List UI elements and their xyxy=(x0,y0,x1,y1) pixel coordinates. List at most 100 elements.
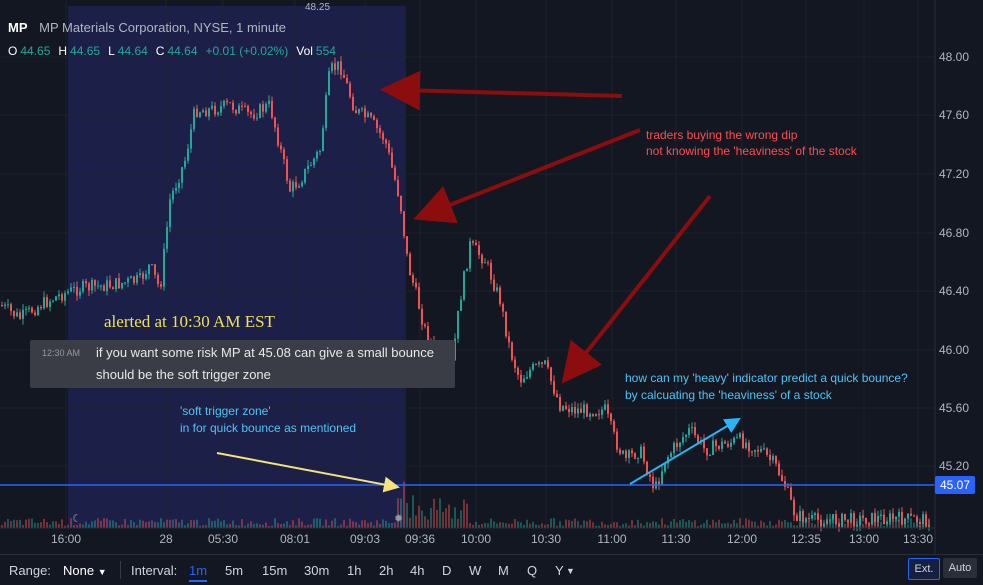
candle-body xyxy=(286,159,288,181)
candle-body xyxy=(658,481,660,485)
volume-bar xyxy=(13,519,15,528)
volume-bar xyxy=(727,522,729,528)
extended-hours-button[interactable]: Ext. xyxy=(908,558,940,580)
volume-bar xyxy=(379,523,381,528)
candle-body xyxy=(274,117,276,128)
candle-body xyxy=(571,406,573,413)
volume-bar xyxy=(517,521,519,528)
volume-bar xyxy=(847,518,849,528)
candle-body xyxy=(832,514,834,520)
interval-15m[interactable]: 15m xyxy=(262,563,287,578)
candle-body xyxy=(709,454,711,456)
candle-body xyxy=(370,112,372,117)
chart-canvas[interactable] xyxy=(0,0,983,554)
candle-body xyxy=(730,442,732,447)
candle-body xyxy=(181,167,183,183)
interval-1h[interactable]: 1h xyxy=(347,563,361,578)
volume-bar xyxy=(622,524,624,528)
candle-body xyxy=(145,274,147,279)
volume-bar xyxy=(865,522,867,528)
interval-30m[interactable]: 30m xyxy=(304,563,329,578)
volume-bar xyxy=(838,518,840,528)
chevron-down-icon[interactable]: ▼ xyxy=(566,566,575,576)
volume-bar xyxy=(88,524,90,528)
volume-bar xyxy=(466,503,468,528)
volume-bar xyxy=(814,524,816,528)
candle-body xyxy=(10,304,12,311)
volume-bar xyxy=(220,521,222,528)
candle-body xyxy=(172,190,174,200)
interval-d[interactable]: D xyxy=(442,563,451,578)
candle-body xyxy=(334,63,336,70)
candle-body xyxy=(799,511,801,521)
interval-w[interactable]: W xyxy=(469,563,481,578)
interval-m[interactable]: M xyxy=(498,563,509,578)
candle-body xyxy=(463,271,465,300)
candle-body xyxy=(724,441,726,444)
range-select[interactable]: None ▼ xyxy=(63,563,107,578)
volume-bar xyxy=(760,520,762,528)
volume-bar xyxy=(283,523,285,528)
candle-body xyxy=(577,408,579,414)
volume-bar xyxy=(553,518,555,528)
interval-4h[interactable]: 4h xyxy=(410,563,424,578)
volume-bar xyxy=(34,522,36,528)
candle-body xyxy=(382,132,384,140)
candle-body xyxy=(46,297,48,307)
candle-body xyxy=(253,114,255,119)
candle-body xyxy=(79,291,81,296)
volume-bar xyxy=(496,523,498,528)
candle-body xyxy=(598,414,600,416)
candle-body xyxy=(373,116,375,120)
candle-body xyxy=(121,282,123,289)
volume-bar xyxy=(832,518,834,528)
auto-scale-button[interactable]: Auto xyxy=(943,558,977,578)
volume-bar xyxy=(751,521,753,528)
volume-bar xyxy=(481,523,483,528)
time-tick-label: 12:35 xyxy=(790,532,822,546)
volume-bar xyxy=(511,523,513,528)
time-tick-label: 13:00 xyxy=(848,532,880,546)
candle-body xyxy=(223,100,225,107)
volume-bar xyxy=(724,523,726,528)
volume-bar xyxy=(928,518,930,528)
candle-body xyxy=(772,456,774,461)
symbol-ticker[interactable]: MP xyxy=(8,20,28,35)
candle-body xyxy=(532,364,534,370)
ohlc-value: 44.64 xyxy=(117,44,148,58)
volume-bar xyxy=(157,522,159,528)
volume-bar xyxy=(808,521,810,528)
volume-bar xyxy=(418,505,420,528)
time-tick-label: 10:30 xyxy=(530,532,562,546)
volume-bar xyxy=(445,508,447,528)
volume-bar xyxy=(925,523,927,528)
interval-y[interactable]: Y xyxy=(555,563,564,578)
volume-bar xyxy=(115,522,117,528)
volume-bar xyxy=(829,519,831,528)
volume-bar xyxy=(19,519,21,528)
candle-body xyxy=(766,448,768,455)
candle-body xyxy=(496,287,498,291)
candle-body xyxy=(34,312,36,316)
ohlc-key: O xyxy=(8,44,18,58)
volume-bar xyxy=(733,519,735,528)
candle-body xyxy=(493,279,495,291)
volume-bar xyxy=(661,518,663,528)
candle-body xyxy=(490,262,492,280)
candle-body xyxy=(343,74,345,78)
interval-5m[interactable]: 5m xyxy=(225,563,243,578)
candle-body xyxy=(760,448,762,452)
candle-body xyxy=(622,450,624,454)
annotation-red-2: not knowing the 'heaviness' of the stock xyxy=(646,144,857,158)
interval-2h[interactable]: 2h xyxy=(379,563,393,578)
volume-bar xyxy=(568,520,570,528)
volume-bar xyxy=(571,520,573,528)
volume-bar xyxy=(862,523,864,528)
volume-bar xyxy=(100,520,102,528)
interval-q[interactable]: Q xyxy=(527,563,537,578)
price-tick-label: 47.20 xyxy=(939,167,970,181)
candle-body xyxy=(187,148,189,161)
message-box: 12:30 AM if you want some risk MP at 45.… xyxy=(30,340,455,388)
candle-body xyxy=(892,513,894,520)
interval-1m[interactable]: 1m xyxy=(189,563,208,582)
